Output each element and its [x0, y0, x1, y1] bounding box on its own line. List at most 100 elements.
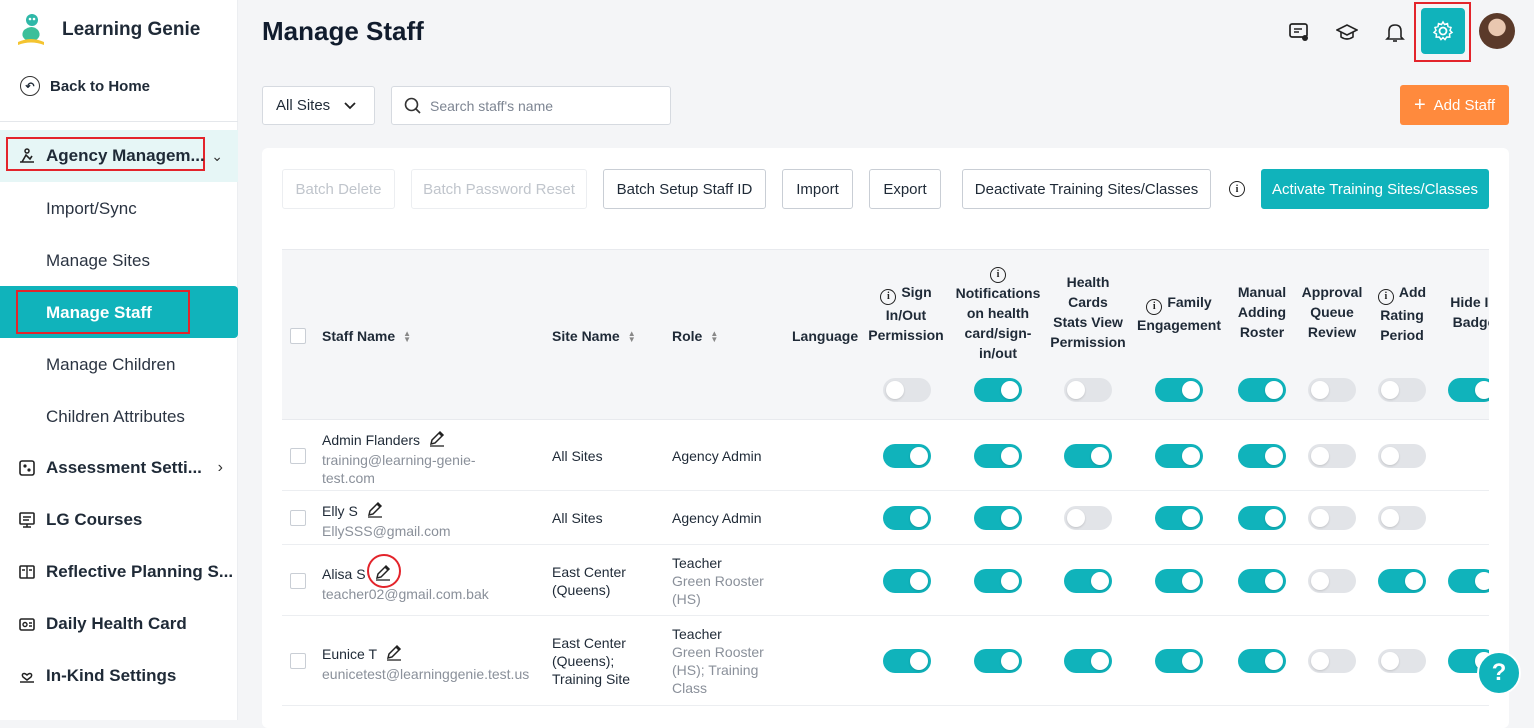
column-toggle-switch[interactable] — [1378, 378, 1426, 402]
row-checkbox[interactable] — [290, 653, 306, 669]
table-row — [282, 706, 1489, 720]
import-button[interactable]: Import — [782, 169, 853, 209]
permission-toggle-switch[interactable] — [1155, 506, 1203, 530]
site-name: All Sites — [552, 510, 603, 526]
staff-table: Staff Name ▲ ▼ Site Name ▲ ▼ Role ▲ ▼ Language… — [282, 249, 1489, 720]
site-name: East Center (Queens); Training Site — [552, 635, 631, 687]
permission-toggle-switch[interactable] — [1448, 568, 1489, 593]
row-checkbox[interactable] — [290, 510, 306, 526]
back-to-home-label: Back to Home — [50, 77, 151, 95]
sidebar-item-in-kind-settings[interactable]: In-Kind Settings — [18, 666, 176, 686]
batch-setup-staff-id-button[interactable]: Batch Setup Staff ID — [603, 169, 766, 209]
column-toggle-switch[interactable] — [1308, 378, 1356, 402]
permission-toggle-switch[interactable] — [1308, 568, 1356, 593]
user-avatar[interactable] — [1479, 13, 1515, 49]
permission-toggle-switch[interactable] — [974, 506, 1022, 530]
permission-toggle-switch[interactable] — [1308, 443, 1356, 468]
column-toggle-switch[interactable] — [1448, 378, 1489, 402]
column-staff-name[interactable]: Staff Name ▲ ▼ — [322, 326, 442, 346]
permission-toggle-switch[interactable] — [1064, 443, 1112, 468]
permission-toggle-switch[interactable] — [1155, 443, 1203, 468]
search-input[interactable] — [430, 97, 650, 114]
graduation-cap-icon[interactable] — [1335, 20, 1359, 44]
gear-icon — [1432, 20, 1454, 41]
permission-toggle-switch[interactable] — [1238, 568, 1286, 593]
sidebar-item-manage-children[interactable]: Manage Children — [46, 355, 175, 375]
permission-toggle-switch[interactable] — [1308, 649, 1356, 673]
select-all-checkbox[interactable] — [290, 328, 306, 344]
column-toggle-switch[interactable] — [1064, 378, 1112, 402]
permission-toggle-switch[interactable] — [974, 649, 1022, 673]
sidebar-item-daily-health-card[interactable]: Daily Health Card — [18, 614, 187, 634]
add-staff-label: Add Staff — [1433, 96, 1496, 114]
info-icon[interactable]: i — [1229, 181, 1245, 197]
column-toggle-switch[interactable] — [974, 378, 1022, 402]
permission-toggle-switch[interactable] — [1064, 568, 1112, 593]
sidebar-item-assessment-settings[interactable]: Assessment Setti... — [18, 458, 202, 478]
sidebar-item-import-sync[interactable]: Import/Sync — [46, 199, 137, 219]
sidebar-item-manage-sites[interactable]: Manage Sites — [46, 251, 150, 271]
permission-toggle-switch[interactable] — [883, 568, 931, 593]
sort-icon: ▲ ▼ — [710, 329, 719, 345]
sidebar-item-children-attributes[interactable]: Children Attributes — [46, 407, 185, 427]
permission-toggle-switch[interactable] — [883, 506, 931, 530]
brand[interactable]: Learning Genie — [14, 12, 200, 48]
column-health-cards: Health Cards Stats View Permission — [1050, 274, 1126, 350]
column-role[interactable]: Role ▲ ▼ — [672, 326, 742, 346]
batch-password-reset-button[interactable]: Batch Password Reset — [411, 169, 587, 209]
message-board-icon[interactable] — [1287, 20, 1311, 44]
chevron-right-icon[interactable]: › — [218, 459, 223, 477]
permission-toggle-switch[interactable] — [974, 568, 1022, 593]
back-to-home-link[interactable]: ↶ Back to Home — [20, 76, 150, 96]
permission-toggle-switch[interactable] — [1064, 649, 1112, 673]
column-approval-queue: Approval Queue Review — [1301, 284, 1363, 340]
permission-toggle-switch[interactable] — [883, 443, 931, 468]
sidebar-item-reflective-planning[interactable]: Reflective Planning S... — [18, 562, 233, 582]
permission-toggle-switch[interactable] — [1378, 443, 1426, 468]
edit-icon[interactable] — [385, 643, 403, 665]
column-toggle-switch[interactable] — [1155, 378, 1203, 402]
edit-icon[interactable] — [366, 500, 384, 522]
sidebar-item-lg-courses[interactable]: LG Courses — [18, 510, 142, 530]
export-button[interactable]: Export — [869, 169, 941, 209]
row-checkbox[interactable] — [290, 572, 306, 589]
permission-toggle-switch[interactable] — [1064, 506, 1112, 530]
help-button[interactable]: ? — [1477, 651, 1521, 695]
column-notifications: i Notifications on health card/sign-in/out — [955, 267, 1041, 361]
column-site-name[interactable]: Site Name ▲ ▼ — [552, 326, 662, 346]
batch-delete-button[interactable]: Batch Delete — [282, 169, 395, 209]
permission-toggle-switch[interactable] — [1238, 649, 1286, 673]
deactivate-training-button[interactable]: Deactivate Training Sites/Classes — [962, 169, 1211, 209]
page-title: Manage Staff — [262, 16, 424, 46]
permission-toggle-switch[interactable] — [974, 443, 1022, 468]
column-toggle-switch[interactable] — [1238, 378, 1286, 402]
edit-icon[interactable] — [428, 429, 446, 451]
staff-email: EllySSS@gmail.com — [322, 523, 451, 539]
site-name: East Center (Queens) — [552, 563, 626, 598]
row-checkbox[interactable] — [290, 447, 306, 464]
permission-toggle-switch[interactable] — [1378, 506, 1426, 530]
permission-toggle-switch[interactable] — [1155, 649, 1203, 673]
highlight-circle — [367, 554, 401, 588]
permission-toggle-switch[interactable] — [1308, 506, 1356, 530]
bell-icon[interactable] — [1383, 20, 1407, 44]
permission-toggle-switch[interactable] — [1378, 568, 1426, 593]
add-staff-button[interactable]: + Add Staff — [1400, 85, 1509, 125]
column-toggle-switch[interactable] — [883, 378, 931, 402]
sort-icon: ▲ ▼ — [403, 329, 412, 345]
settings-button[interactable] — [1421, 8, 1465, 54]
permission-toggle-switch[interactable] — [1238, 443, 1286, 468]
permission-toggle-switch[interactable] — [1155, 568, 1203, 593]
staff-search[interactable] — [391, 86, 671, 125]
sidebar-item-agency-management[interactable]: Agency Managem... — [18, 146, 205, 166]
permission-toggle-switch[interactable] — [883, 649, 931, 673]
search-icon — [404, 97, 421, 114]
chevron-down-icon[interactable]: ⌄ — [211, 148, 223, 165]
permission-toggle-switch[interactable] — [1378, 649, 1426, 673]
permission-toggle-switch[interactable] — [1238, 506, 1286, 530]
settings-sliders-icon — [18, 459, 36, 477]
manage-staff-label: Manage Staff — [46, 303, 152, 322]
staff-info: Elly S EllySSS@gmail.com — [322, 500, 547, 540]
activate-training-button[interactable]: Activate Training Sites/Classes — [1261, 169, 1489, 209]
site-select[interactable]: All Sites — [262, 86, 375, 125]
